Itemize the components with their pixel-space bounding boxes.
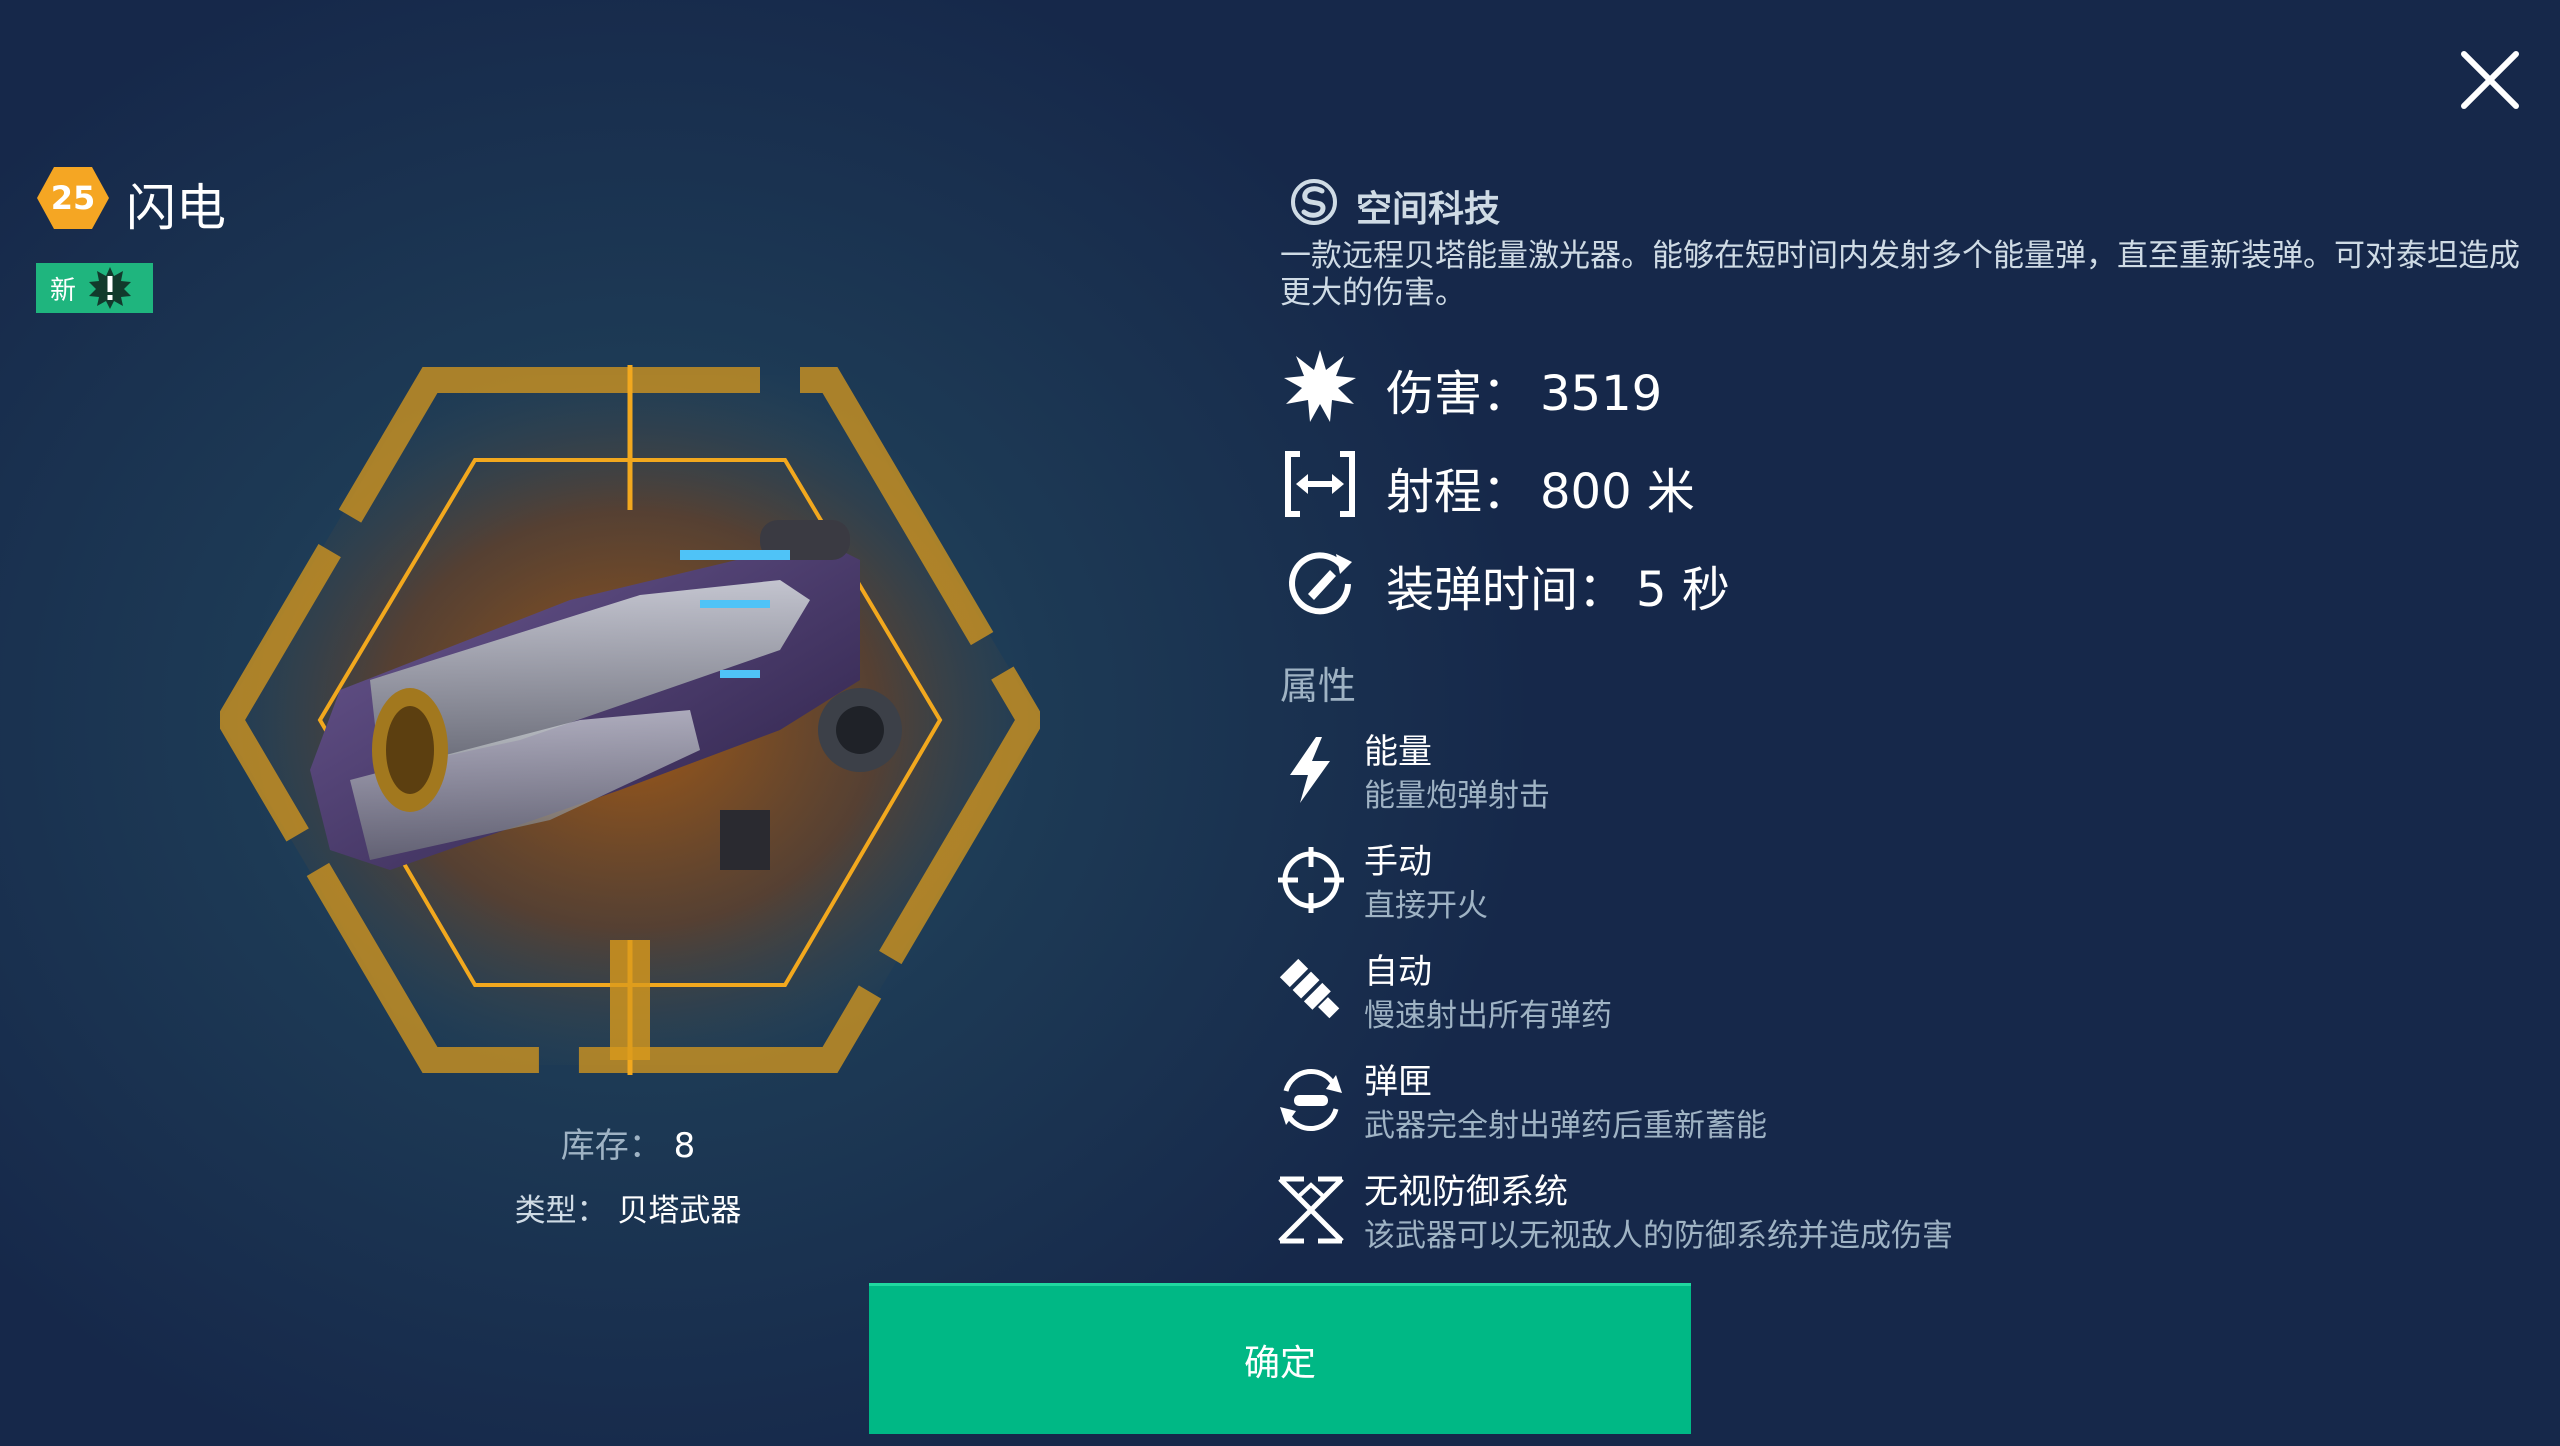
weapon-name: 闪电 xyxy=(126,179,226,237)
alert-burst-icon xyxy=(89,267,132,309)
type-label: 类型： xyxy=(514,1193,608,1229)
explosion-icon xyxy=(1284,350,1356,422)
new-badge: 新 xyxy=(36,263,153,313)
stat-damage-value: 3519 xyxy=(1540,366,1663,422)
attribute-title: 自动 xyxy=(1364,952,1432,992)
attribute-subtitle: 慢速射出所有弹药 xyxy=(1364,998,1612,1034)
attribute-subtitle: 直接开火 xyxy=(1364,888,1488,924)
stock-value: 8 xyxy=(673,1126,696,1166)
confirm-button[interactable]: 确定 xyxy=(869,1283,1691,1434)
attribute-title: 能量 xyxy=(1364,732,1432,772)
auto-fire-icon xyxy=(1279,958,1340,1019)
close-icon xyxy=(2461,51,2519,109)
stock-info: 库存： 8 xyxy=(0,1118,1256,1167)
stat-reload-label: 装弹时间： xyxy=(1386,562,1627,618)
magazine-icon xyxy=(1280,1068,1342,1132)
stat-damage: 伤害： 3519 xyxy=(1386,354,1662,424)
stat-reload: 装弹时间： 5 秒 xyxy=(1386,550,1730,620)
stat-range-value: 800 米 xyxy=(1540,464,1695,520)
stat-range: 射程： 800 米 xyxy=(1386,452,1695,522)
new-badge-label: 新 xyxy=(50,275,77,306)
stat-reload-value: 5 秒 xyxy=(1636,562,1730,618)
stock-label: 库存： xyxy=(560,1126,663,1166)
type-info: 类型： 贝塔武器 xyxy=(0,1185,1256,1230)
weapon-preview xyxy=(220,365,1040,1075)
range-icon xyxy=(1285,451,1355,517)
space-tech-logo-icon xyxy=(1291,179,1337,225)
attribute-title: 手动 xyxy=(1364,842,1432,882)
reload-icon xyxy=(1289,552,1352,615)
attribute-title: 无视防御系统 xyxy=(1364,1172,1568,1212)
stat-range-label: 射程： xyxy=(1386,464,1531,520)
weapon-description: 一款远程贝塔能量激光器。能够在短时间内发射多个能量弹，直至重新装弹。可对泰坦造成… xyxy=(1280,238,2520,311)
attribute-title: 弹匣 xyxy=(1364,1062,1432,1102)
ignore-defense-icon xyxy=(1278,1176,1344,1244)
stat-damage-label: 伤害： xyxy=(1386,366,1531,422)
lightning-icon xyxy=(1290,737,1330,803)
crosshair-icon xyxy=(1278,847,1344,913)
attributes-heading: 属性 xyxy=(1280,664,1357,708)
weapon-level: 25 xyxy=(50,179,96,217)
attribute-subtitle: 该武器可以无视敌人的防御系统并造成伤害 xyxy=(1364,1218,1953,1254)
close-button[interactable] xyxy=(2450,40,2530,120)
manufacturer-name: 空间科技 xyxy=(1356,189,1501,230)
attribute-subtitle: 能量炮弹射击 xyxy=(1364,778,1550,814)
type-value: 贝塔武器 xyxy=(617,1193,742,1229)
attribute-subtitle: 武器完全射出弹药后重新蓄能 xyxy=(1364,1108,1767,1144)
